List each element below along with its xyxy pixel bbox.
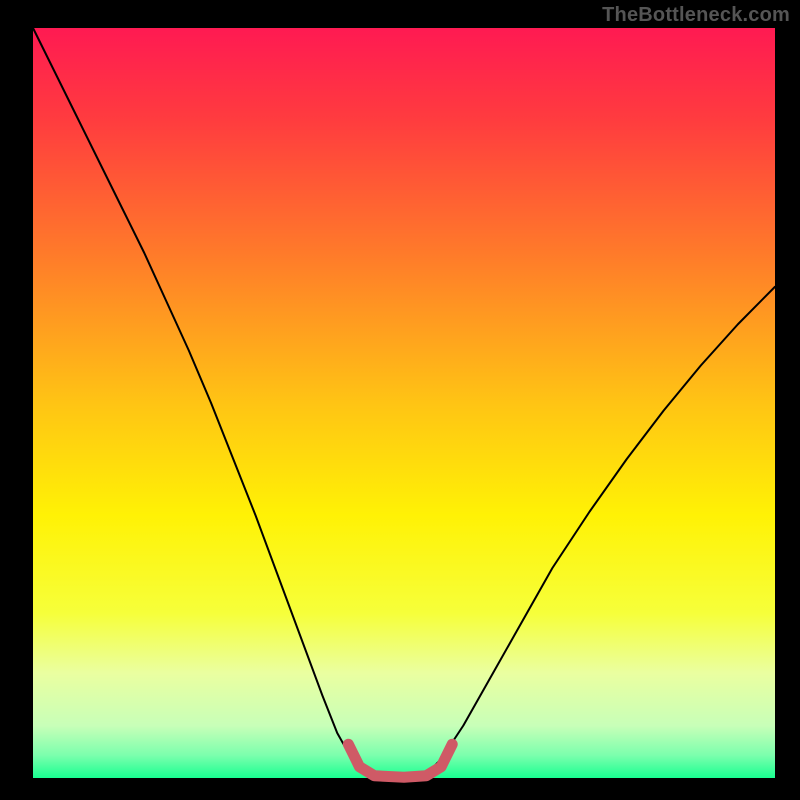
- bottleneck-chart: [0, 0, 800, 800]
- watermark-text: TheBottleneck.com: [602, 4, 790, 27]
- chart-frame: TheBottleneck.com: [0, 0, 800, 800]
- plot-background-gradient: [33, 28, 775, 778]
